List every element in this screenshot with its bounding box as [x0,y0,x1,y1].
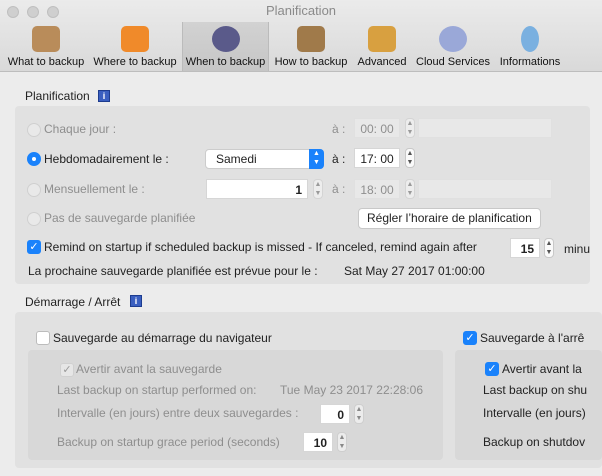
select-chevron-icon: ▲ ▼ [309,149,324,169]
startup-last-label: Last backup on startup performed on: [57,383,257,397]
remind-unit-label: minu [564,242,591,256]
monthly-day-stepper[interactable]: ▲ ▼ [313,179,323,199]
remind-checkbox[interactable]: ✓ [27,240,41,254]
shutdown-backup-label: Sauvegarde à l'arrê [480,331,585,345]
startup-backup-label: Sauvegarde au démarrage du navigateur [53,331,272,345]
startstop-section-title: Démarrage / Arrêt [25,295,121,309]
weekly-at-label: à : [332,152,346,166]
tab-cloud-services[interactable]: Cloud Services [414,22,492,71]
info-icon[interactable]: i [98,90,110,102]
remind-label: Remind on startup if scheduled backup is… [44,240,477,254]
weekly-label: Hebdomadairement le : [44,152,169,166]
shutdown-grace-label: Backup on shutdov [483,435,586,449]
remind-minutes-stepper[interactable]: ▲ ▼ [544,238,554,258]
shutdown-warn-checkbox[interactable]: ✓ [485,362,499,376]
backup-box-icon [32,26,60,52]
monthly-day-field[interactable]: 1 [206,179,308,199]
startup-warn-label: Avertir avant la sauvegarde [76,362,222,376]
shutdown-last-label: Last backup on shu [483,383,588,397]
monthly-at-label: à : [332,182,346,196]
clock-icon [211,26,240,52]
tab-where-to-backup[interactable]: Where to backup [90,22,180,71]
startup-grace-label: Backup on startup grace period (seconds) [57,435,280,449]
daily-at-label: à : [332,122,346,136]
no-schedule-radio[interactable] [27,212,41,226]
daily-time-field[interactable]: 00: 00 [354,118,400,138]
monthly-extra-field [418,179,552,199]
shutdown-warn-label: Avertir avant la [502,362,582,376]
tab-when-to-backup[interactable]: When to backup [182,22,269,71]
weekly-day-value: Samedi [216,152,257,166]
shutdown-interval-label: Intervalle (en jours) [483,406,586,420]
startup-last-value: Tue May 23 2017 22:28:06 [280,383,423,397]
remind-minutes-field[interactable]: 15 [510,238,540,258]
startup-interval-stepper[interactable]: ▲ ▼ [354,404,364,424]
startup-backup-checkbox[interactable] [36,331,50,345]
window-titlebar: Planification What to backup Where to ba… [0,0,602,72]
monthly-time-field[interactable]: 18: 00 [354,179,400,199]
monthly-time-stepper[interactable]: ▲ ▼ [405,179,415,199]
clipboard-check-icon [297,26,325,52]
tab-how-to-backup[interactable]: How to backup [272,22,350,71]
weekly-radio[interactable] [27,152,41,166]
startup-grace-field[interactable]: 10 [303,432,333,452]
next-backup-value: Sat May 27 2017 01:00:00 [344,264,485,278]
schedule-section-title: Planification [25,89,90,103]
weekly-time-field[interactable]: 17: 00 [354,148,400,168]
folder-tools-icon [368,26,396,52]
tab-advanced[interactable]: Advanced [354,22,410,71]
shutdown-backup-checkbox[interactable]: ✓ [463,331,477,345]
info-icon[interactable]: i [130,295,142,307]
monthly-radio[interactable] [27,183,41,197]
folder-icon [121,26,149,52]
weekly-day-select[interactable]: Samedi ▲ ▼ [205,149,324,169]
weekly-time-stepper[interactable]: ▲ ▼ [405,148,415,168]
set-schedule-button[interactable]: Régler l’horaire de planification [358,208,541,229]
window-title: Planification [265,3,337,18]
tab-informations[interactable]: Informations [496,22,564,71]
daily-radio[interactable] [27,123,41,137]
daily-extra-field [418,118,552,138]
tab-what-to-backup[interactable]: What to backup [4,22,88,71]
daily-time-stepper[interactable]: ▲ ▼ [405,118,415,138]
startup-grace-stepper[interactable]: ▲ ▼ [337,432,347,452]
startup-interval-field[interactable]: 0 [320,404,350,424]
startup-interval-label: Intervalle (en jours) entre deux sauvega… [57,406,299,420]
no-schedule-label: Pas de sauvegarde planifiée [44,211,196,225]
daily-label: Chaque jour : [44,122,117,136]
next-backup-label: La prochaine sauvegarde planifiée est pr… [28,264,318,278]
monthly-label: Mensuellement le : [44,182,145,196]
cloud-network-icon [439,26,467,52]
lightbulb-icon [521,26,539,52]
startup-warn-checkbox[interactable]: ✓ [60,363,74,377]
